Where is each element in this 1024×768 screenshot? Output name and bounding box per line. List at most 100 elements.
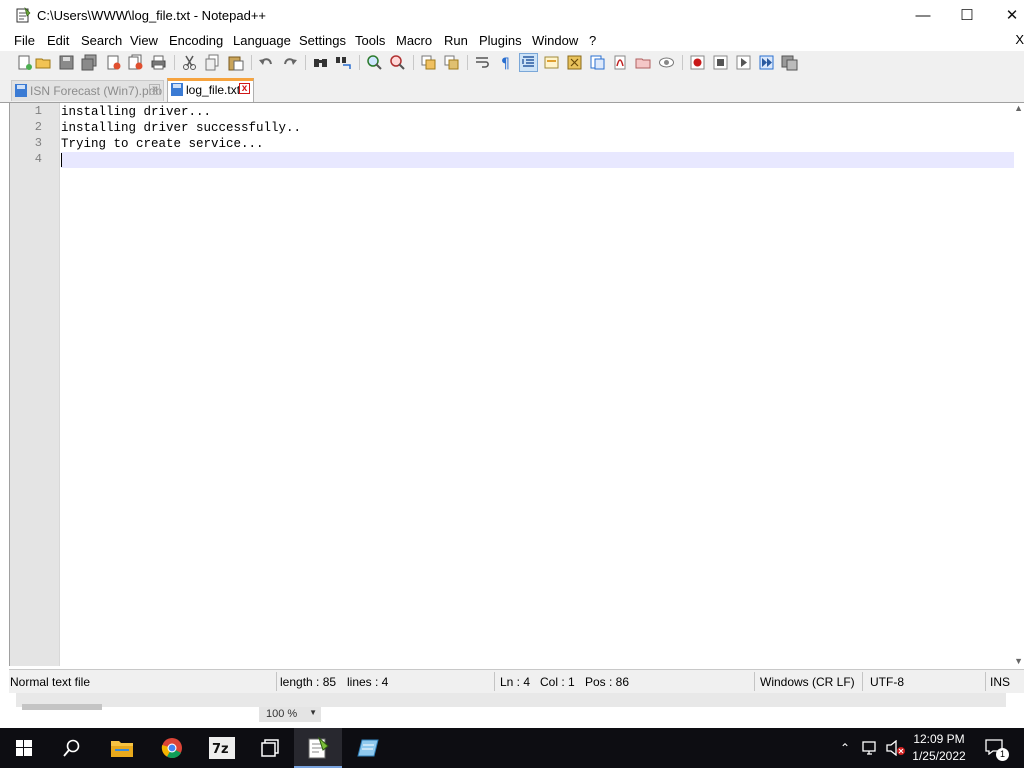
save-all-icon[interactable]	[81, 54, 98, 71]
volume-muted-icon[interactable]	[886, 740, 906, 756]
line-number: 4	[34, 152, 42, 166]
menu-search[interactable]: Search	[81, 33, 122, 48]
line-number-gutter: 1 2 3 4	[10, 103, 60, 666]
horizontal-scrollbar[interactable]	[16, 693, 1006, 707]
save-macro-icon[interactable]	[781, 54, 798, 71]
close-icon[interactable]	[105, 54, 122, 71]
search-button[interactable]	[48, 728, 96, 768]
find-icon[interactable]	[312, 54, 329, 71]
code-line[interactable]: Trying to create service...	[61, 136, 1014, 152]
print-icon[interactable]	[150, 54, 167, 71]
notepad-plus-plus-icon	[308, 736, 329, 759]
taskbar-file-explorer[interactable]	[98, 728, 146, 768]
zoom-out-icon[interactable]	[389, 54, 406, 71]
title-bar[interactable]: C:\Users\WWW\log_file.txt - Notepad++ — …	[0, 0, 1024, 31]
menu-edit[interactable]: Edit	[47, 33, 69, 48]
line-number: 3	[34, 136, 42, 150]
tab-label: log_file.txt	[186, 83, 241, 97]
zoom-in-icon[interactable]	[366, 54, 383, 71]
close-button[interactable]: ✕	[989, 0, 1024, 31]
document-map-icon[interactable]	[566, 54, 583, 71]
tab-close-icon[interactable]: x	[149, 84, 160, 95]
start-recording-icon[interactable]	[689, 54, 706, 71]
menu-bar: File Edit Search View Encoding Language …	[0, 31, 1024, 51]
menu-settings[interactable]: Settings	[299, 33, 346, 48]
minimize-button[interactable]: —	[900, 0, 946, 31]
maximize-button[interactable]: ☐	[944, 0, 990, 31]
stop-recording-icon[interactable]	[712, 54, 729, 71]
taskbar-notepad-plus-plus[interactable]	[294, 728, 342, 768]
status-file-type: Normal text file	[10, 675, 91, 689]
paste-icon[interactable]	[227, 54, 244, 71]
status-divider	[494, 672, 495, 691]
taskbar-task-view[interactable]	[246, 728, 294, 768]
menu-macro[interactable]: Macro	[396, 33, 432, 48]
taskbar-notepad[interactable]	[344, 728, 392, 768]
folder-icon	[111, 741, 133, 757]
copy-icon[interactable]	[204, 54, 221, 71]
clock-date[interactable]: 1/25/2022	[906, 749, 972, 763]
status-divider	[985, 672, 986, 691]
show-hidden-icons-icon[interactable]: ⌃	[840, 741, 850, 755]
indent-guide-icon[interactable]	[519, 53, 538, 72]
sync-vertical-icon[interactable]	[420, 54, 437, 71]
menu-view[interactable]: View	[130, 33, 158, 48]
undo-icon[interactable]	[258, 54, 275, 71]
zoom-dropdown-icon[interactable]: ▼	[309, 708, 317, 717]
word-wrap-icon[interactable]	[474, 54, 491, 71]
close-all-icon[interactable]	[127, 54, 144, 71]
zoom-level-value: 100 %	[266, 708, 298, 720]
clock-time[interactable]: 12:09 PM	[906, 732, 972, 746]
menu-window[interactable]: Window	[532, 33, 578, 48]
monitoring-icon[interactable]	[658, 54, 675, 71]
open-folder-icon[interactable]	[635, 54, 652, 71]
menu-file[interactable]: File	[14, 33, 35, 48]
saved-file-icon	[15, 84, 27, 97]
line-number: 2	[34, 120, 42, 134]
new-file-icon[interactable]	[16, 54, 33, 71]
run-macro-multiple-times-icon[interactable]	[758, 54, 775, 71]
menu-plugins[interactable]: Plugins	[479, 33, 522, 48]
menu-encoding[interactable]: Encoding	[169, 33, 223, 48]
zoom-level[interactable]: 100 % ▼	[259, 707, 321, 722]
open-file-icon[interactable]	[35, 54, 52, 71]
redo-icon[interactable]	[281, 54, 298, 71]
sync-horizontal-icon[interactable]	[443, 54, 460, 71]
show-all-characters-icon[interactable]: ¶	[497, 54, 514, 71]
playback-icon[interactable]	[735, 54, 752, 71]
folder-as-workspace-icon[interactable]	[612, 54, 629, 71]
status-encoding[interactable]: UTF-8	[870, 675, 904, 689]
tab-close-icon[interactable]: x	[239, 83, 250, 94]
code-line[interactable]: installing driver...	[61, 104, 1014, 120]
line-number: 1	[34, 104, 42, 118]
network-icon[interactable]	[862, 741, 880, 755]
menu-run[interactable]: Run	[444, 33, 468, 48]
scroll-up-icon[interactable]: ▲	[1014, 103, 1023, 113]
function-list-icon[interactable]	[589, 54, 606, 71]
editor[interactable]: 1 2 3 4 installing driver... installing …	[9, 103, 1024, 666]
user-defined-language-icon[interactable]	[543, 54, 560, 71]
tab-label: ISN Forecast (Win7).pdb	[30, 84, 163, 98]
taskbar-7zip[interactable]: 7z	[198, 728, 246, 768]
taskbar-chrome[interactable]	[148, 728, 196, 768]
menu-tools[interactable]: Tools	[355, 33, 385, 48]
tab-isn-forecast[interactable]: ISN Forecast (Win7).pdb x	[11, 80, 164, 101]
start-button[interactable]	[0, 728, 48, 768]
code-line[interactable]: installing driver successfully..	[61, 120, 1014, 136]
cut-icon[interactable]	[181, 54, 198, 71]
horizontal-scroll-area: 100 % ▼	[0, 693, 1024, 728]
status-insert-mode[interactable]: INS	[990, 675, 1010, 689]
current-line[interactable]	[61, 152, 1014, 168]
close-document-x-icon[interactable]: X	[1015, 32, 1024, 47]
menu-language[interactable]: Language	[233, 33, 291, 48]
scroll-down-icon[interactable]: ▼	[1014, 656, 1023, 666]
status-line-number: Ln : 4	[500, 675, 531, 689]
action-center-button[interactable]: 1	[978, 728, 1024, 768]
menu-help[interactable]: ?	[589, 33, 596, 48]
scrollbar-thumb[interactable]	[22, 704, 102, 710]
replace-icon[interactable]	[335, 54, 352, 71]
tab-log-file[interactable]: log_file.txt x	[167, 78, 254, 102]
status-eol-format[interactable]: Windows (CR LF)	[760, 675, 855, 689]
save-icon[interactable]	[58, 54, 75, 71]
vertical-scrollbar[interactable]: ▲ ▼	[1014, 103, 1024, 666]
